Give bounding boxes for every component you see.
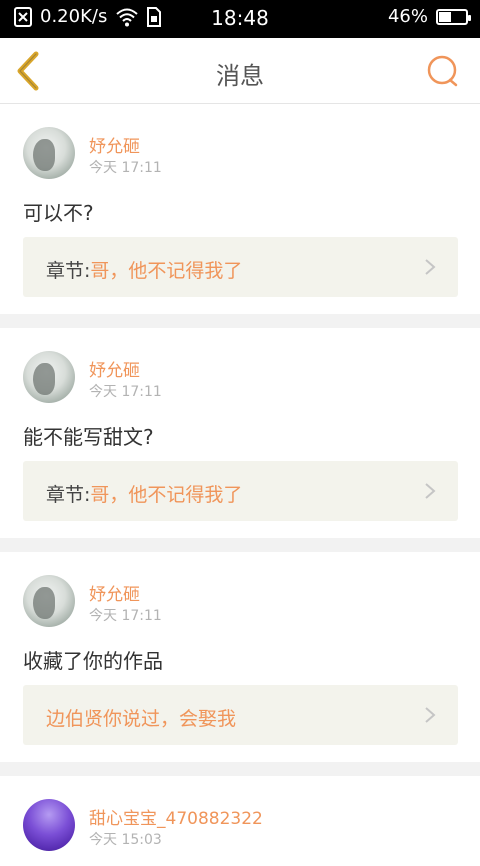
work-title: 边伯贤你说过，会娶我 [46, 708, 237, 730]
message-time: 今天 17:11 [89, 384, 162, 400]
chevron-right-icon [425, 259, 436, 275]
chapter-label: 章节: [46, 484, 91, 506]
message-text: 可以不? [23, 201, 94, 225]
chevron-right-icon [425, 483, 436, 499]
message-time: 今天 17:11 [89, 608, 162, 624]
message-time: 今天 17:11 [89, 160, 162, 176]
avatar[interactable] [23, 799, 75, 851]
battery-icon [436, 8, 471, 25]
chapter-title: 哥，他不记得我了 [90, 260, 243, 282]
user-name[interactable]: 妤允砸 [89, 580, 140, 605]
message-time: 今天 15:03 [89, 832, 162, 848]
battery-percent: 46% [387, 6, 428, 27]
user-name[interactable]: 妤允砸 [89, 132, 140, 157]
chapter-link[interactable]: 章节:哥，他不记得我了 [23, 237, 458, 297]
chevron-right-icon [425, 707, 436, 723]
work-link[interactable]: 边伯贤你说过，会娶我 [23, 685, 458, 745]
avatar[interactable] [23, 127, 75, 179]
chapter-link[interactable]: 章节:哥，他不记得我了 [23, 461, 458, 521]
message-card[interactable]: 妤允砸 今天 17:11 收藏了你的作品 边伯贤你说过，会娶我 [0, 552, 480, 762]
message-card[interactable]: 妤允砸 今天 17:11 能不能写甜文? 章节:哥，他不记得我了 [0, 328, 480, 538]
header: 消息 [0, 38, 480, 104]
avatar[interactable] [23, 575, 75, 627]
message-card[interactable]: 妤允砸 今天 17:11 可以不? 章节:哥，他不记得我了 [0, 104, 480, 314]
message-text: 能不能写甜文? [23, 425, 154, 449]
status-right: 46% [387, 6, 471, 27]
page-title: 消息 [216, 62, 264, 90]
message-text: 收藏了你的作品 [23, 649, 163, 673]
status-bar: 0.20K/s 18:48 46% [0, 0, 480, 38]
user-name[interactable]: 甜心宝宝_470882322 [89, 804, 263, 829]
user-name[interactable]: 妤允砸 [89, 356, 140, 381]
avatar[interactable] [23, 351, 75, 403]
message-list: 妤允砸 今天 17:11 可以不? 章节:哥，他不记得我了 妤允砸 今天 17:… [0, 104, 480, 866]
message-card[interactable]: 甜心宝宝_470882322 今天 15:03 [0, 776, 480, 866]
chapter-label: 章节: [46, 260, 91, 282]
chapter-title: 哥，他不记得我了 [90, 484, 243, 506]
search-icon[interactable] [426, 54, 460, 88]
